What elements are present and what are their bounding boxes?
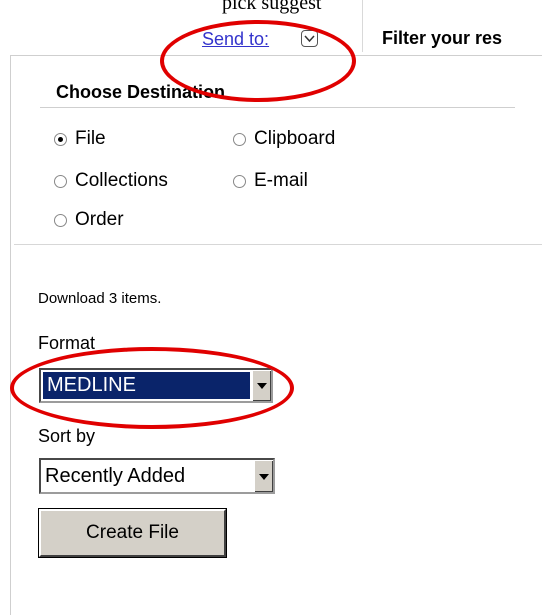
dropdown-arrow-icon[interactable] bbox=[254, 460, 273, 492]
radio-button[interactable] bbox=[233, 174, 246, 188]
radio-label: Order bbox=[75, 209, 124, 230]
sort-label: Sort by bbox=[38, 426, 96, 446]
radio-option-clipboard[interactable]: Clipboard bbox=[233, 128, 335, 150]
filter-heading: Filter your res bbox=[382, 28, 503, 48]
radio-button[interactable] bbox=[54, 213, 67, 227]
radio-option-order[interactable]: Order bbox=[54, 209, 124, 231]
vertical-divider bbox=[362, 0, 363, 52]
radio-button[interactable] bbox=[233, 132, 246, 146]
radio-label: File bbox=[75, 128, 106, 149]
radio-label: Clipboard bbox=[254, 128, 336, 149]
sort-select[interactable]: Recently Added bbox=[39, 458, 275, 494]
create-file-label: Create File bbox=[86, 522, 179, 543]
radio-option-file[interactable]: File bbox=[54, 128, 106, 150]
radio-label: E-mail bbox=[254, 170, 308, 191]
radio-label: Collections bbox=[75, 170, 168, 191]
section-divider bbox=[14, 244, 542, 245]
radio-option-collections[interactable]: Collections bbox=[54, 170, 168, 192]
highlight-circle-send-to bbox=[160, 20, 356, 102]
radio-button[interactable] bbox=[54, 132, 67, 146]
radio-option-email[interactable]: E-mail bbox=[233, 170, 308, 192]
create-file-button[interactable]: Create File bbox=[38, 508, 227, 558]
highlight-circle-format bbox=[10, 347, 294, 429]
title-divider bbox=[40, 107, 515, 108]
sort-selected-value: Recently Added bbox=[45, 464, 186, 487]
top-caption: pick suggest bbox=[222, 0, 322, 14]
radio-button[interactable] bbox=[54, 174, 67, 188]
download-count-text: Download 3 items. bbox=[38, 290, 162, 307]
